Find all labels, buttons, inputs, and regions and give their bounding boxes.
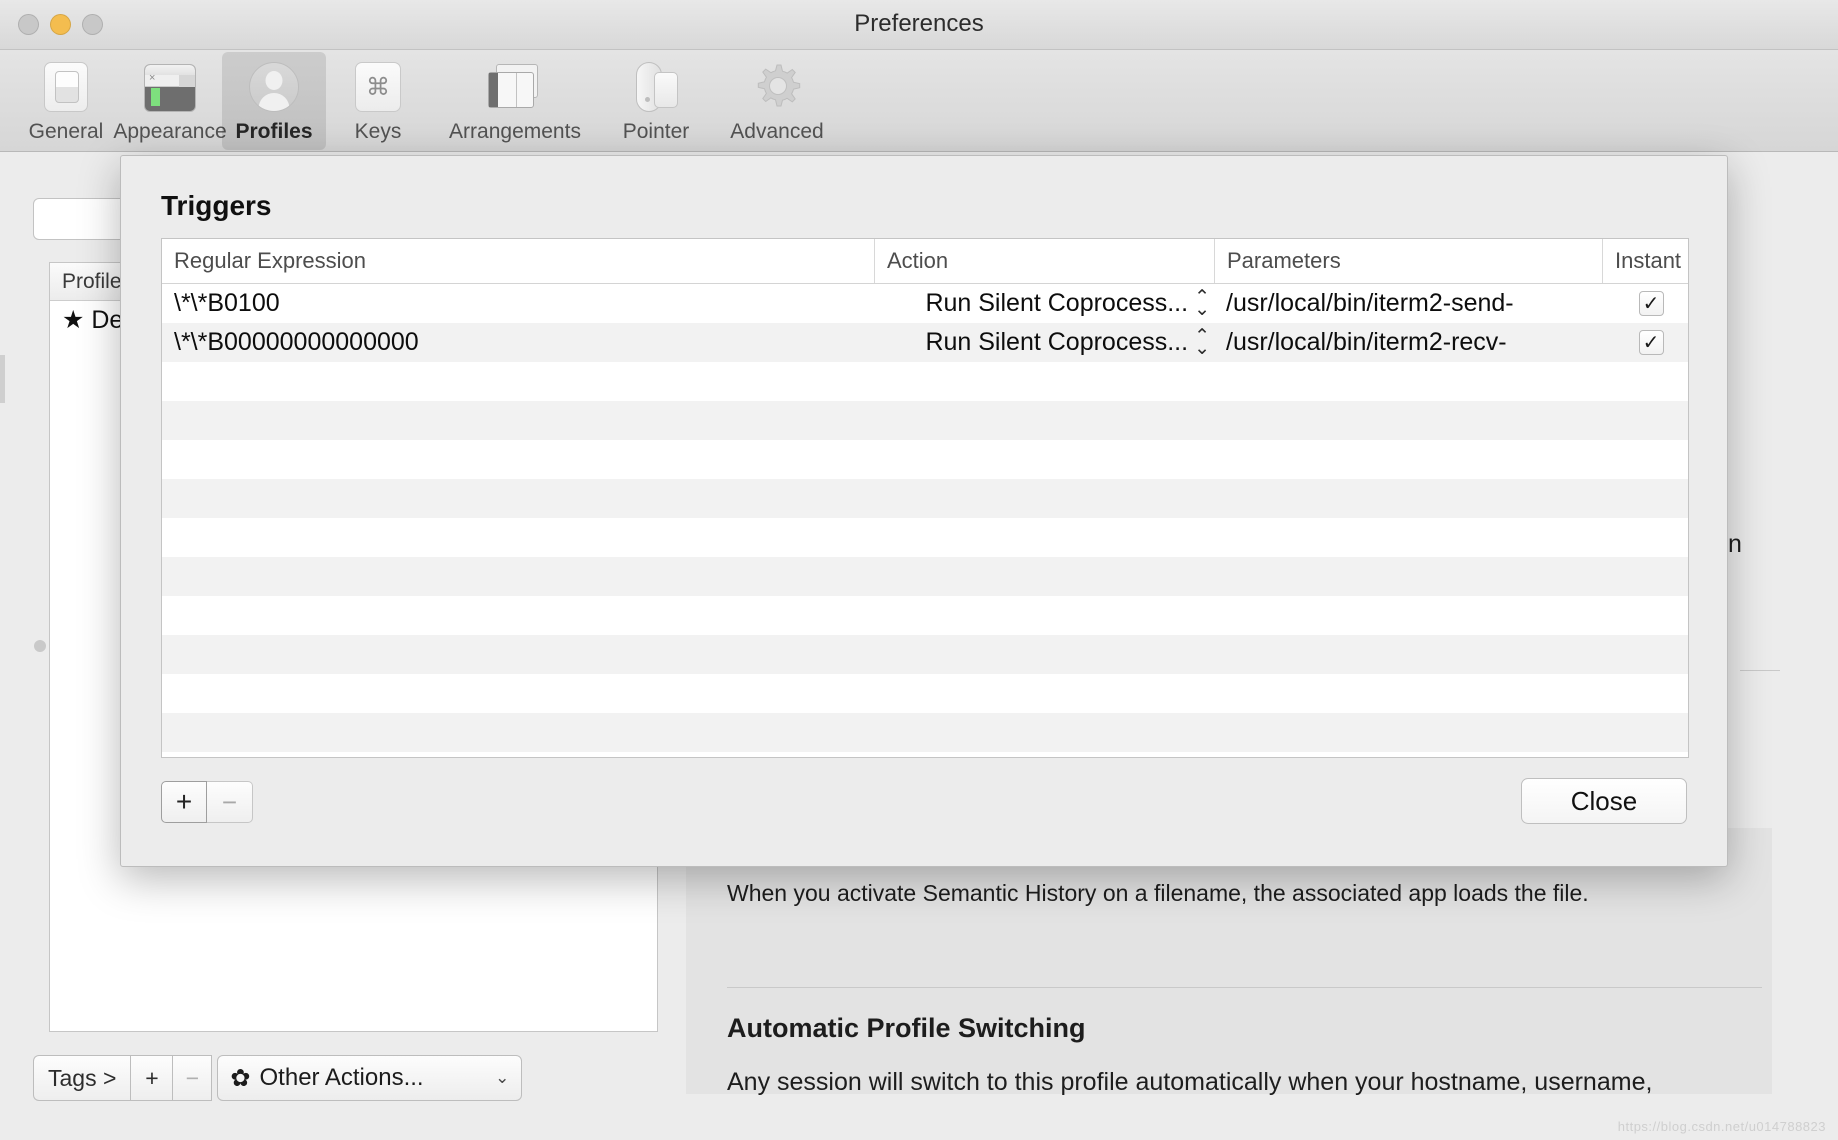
column-header-regex[interactable]: Regular Expression <box>162 239 874 283</box>
remove-profile-button[interactable]: − <box>172 1055 213 1101</box>
cell-parameters[interactable]: /usr/local/bin/iterm2-send- <box>1214 289 1602 318</box>
cell-action[interactable]: Run Silent Coprocess... ⌃ ⌄ <box>874 289 1214 318</box>
toolbar-item-arrangements[interactable]: Arrangements <box>430 52 600 150</box>
empty-table-row[interactable] <box>162 635 1688 674</box>
mouse-icon <box>629 60 683 114</box>
preferences-toolbar: General Appearance Profiles ⌘ Keys <box>0 50 1838 152</box>
cell-regex[interactable]: \*\*B00000000000000 <box>162 328 874 357</box>
section-divider <box>727 987 1762 988</box>
cell-instant[interactable]: ✓ <box>1602 291 1688 316</box>
action-label: Run Silent Coprocess... <box>925 289 1189 317</box>
empty-table-row[interactable] <box>162 674 1688 713</box>
tags-button[interactable]: Tags > <box>33 1055 131 1101</box>
toolbar-item-appearance[interactable]: Appearance <box>113 52 227 150</box>
triggers-dialog: Triggers Regular Expression Action Param… <box>120 155 1728 867</box>
instant-checkbox[interactable]: ✓ <box>1638 330 1664 355</box>
watermark: https://blog.csdn.net/u014788823 <box>1617 1119 1826 1134</box>
column-header-parameters[interactable]: Parameters <box>1214 239 1602 283</box>
background-divider <box>1740 670 1780 671</box>
toolbar-item-keys[interactable]: ⌘ Keys <box>326 52 430 150</box>
cell-regex[interactable]: \*\*B0100 <box>162 289 874 318</box>
command-key-icon: ⌘ <box>351 60 405 114</box>
cell-action[interactable]: Run Silent Coprocess... ⌃ ⌄ <box>874 328 1214 357</box>
toolbar-label-appearance: Appearance <box>113 120 227 143</box>
table-row[interactable]: \*\*B00000000000000 Run Silent Coprocess… <box>162 323 1688 362</box>
chevron-down-icon: ⌄ <box>495 1068 510 1087</box>
background-text-fragment: n <box>1728 530 1742 558</box>
triggers-table[interactable]: Regular Expression Action Parameters Ins… <box>161 238 1689 758</box>
toolbar-label-pointer: Pointer <box>622 120 690 143</box>
toolbar-item-profiles[interactable]: Profiles <box>222 52 326 150</box>
stepper-icon[interactable]: ⌃ ⌄ <box>1194 328 1210 357</box>
toolbar-label-arrangements: Arrangements <box>449 120 581 143</box>
toggle-switch-icon <box>39 60 93 114</box>
person-avatar-icon <box>247 60 301 114</box>
empty-table-row[interactable] <box>162 557 1688 596</box>
windows-stack-icon <box>488 60 542 114</box>
empty-table-row[interactable] <box>162 479 1688 518</box>
empty-table-row[interactable] <box>162 596 1688 635</box>
profiles-bottom-toolbar: Tags > + − ✿ Other Actions... ⌄ <box>33 1055 523 1101</box>
close-button[interactable]: Close <box>1521 778 1687 824</box>
empty-rows-area <box>162 362 1688 791</box>
toolbar-label-keys: Keys <box>354 120 402 143</box>
window-titlebar: Preferences <box>0 0 1838 50</box>
other-actions-label: Other Actions... <box>259 1064 424 1091</box>
empty-table-row[interactable] <box>162 518 1688 557</box>
cell-parameters[interactable]: /usr/local/bin/iterm2-recv- <box>1214 328 1602 357</box>
triggers-segmented-buttons: + − <box>161 781 253 823</box>
window-title: Preferences <box>854 10 984 37</box>
stepper-icon[interactable]: ⌃ ⌄ <box>1194 289 1210 318</box>
instant-checkbox[interactable]: ✓ <box>1638 291 1664 316</box>
profile-detail-pane <box>686 828 1772 1094</box>
terminal-window-icon <box>143 60 197 114</box>
panel-scroll-handle[interactable] <box>34 640 46 652</box>
automatic-profile-switching-title: Automatic Profile Switching <box>727 1013 1086 1043</box>
window-edge-indicator <box>0 355 5 403</box>
semantic-history-description: When you activate Semantic History on a … <box>727 880 1589 906</box>
gear-icon: ✿ <box>230 1064 251 1092</box>
automatic-profile-switching-description: Any session will switch to this profile … <box>727 1068 1653 1096</box>
add-trigger-button[interactable]: + <box>161 781 207 823</box>
toolbar-label-general: General <box>28 120 104 143</box>
toolbar-item-general[interactable]: General <box>14 52 118 150</box>
empty-table-row[interactable] <box>162 362 1688 401</box>
toolbar-item-pointer[interactable]: Pointer <box>600 52 712 150</box>
preferences-window: Preferences General Appearance Profiles <box>0 0 1838 1140</box>
empty-table-row[interactable] <box>162 401 1688 440</box>
remove-trigger-button[interactable]: − <box>207 781 253 823</box>
other-actions-menu[interactable]: ✿ Other Actions... ⌄ <box>217 1055 523 1101</box>
empty-table-row[interactable] <box>162 752 1688 791</box>
empty-table-row[interactable] <box>162 440 1688 479</box>
column-header-action[interactable]: Action <box>874 239 1214 283</box>
dialog-title: Triggers <box>161 190 272 221</box>
toolbar-item-advanced[interactable]: Advanced <box>712 52 842 150</box>
toolbar-label-profiles: Profiles <box>235 120 313 143</box>
action-label: Run Silent Coprocess... <box>925 328 1189 356</box>
cell-instant[interactable]: ✓ <box>1602 330 1688 355</box>
column-header-instant[interactable]: Instant <box>1602 239 1688 283</box>
toolbar-label-advanced: Advanced <box>730 120 824 143</box>
empty-table-row[interactable] <box>162 713 1688 752</box>
gear-icon <box>750 60 804 114</box>
add-profile-button[interactable]: + <box>130 1055 173 1101</box>
table-row[interactable]: \*\*B0100 Run Silent Coprocess... ⌃ ⌄ /us… <box>162 284 1688 323</box>
triggers-table-header: Regular Expression Action Parameters Ins… <box>162 239 1688 284</box>
